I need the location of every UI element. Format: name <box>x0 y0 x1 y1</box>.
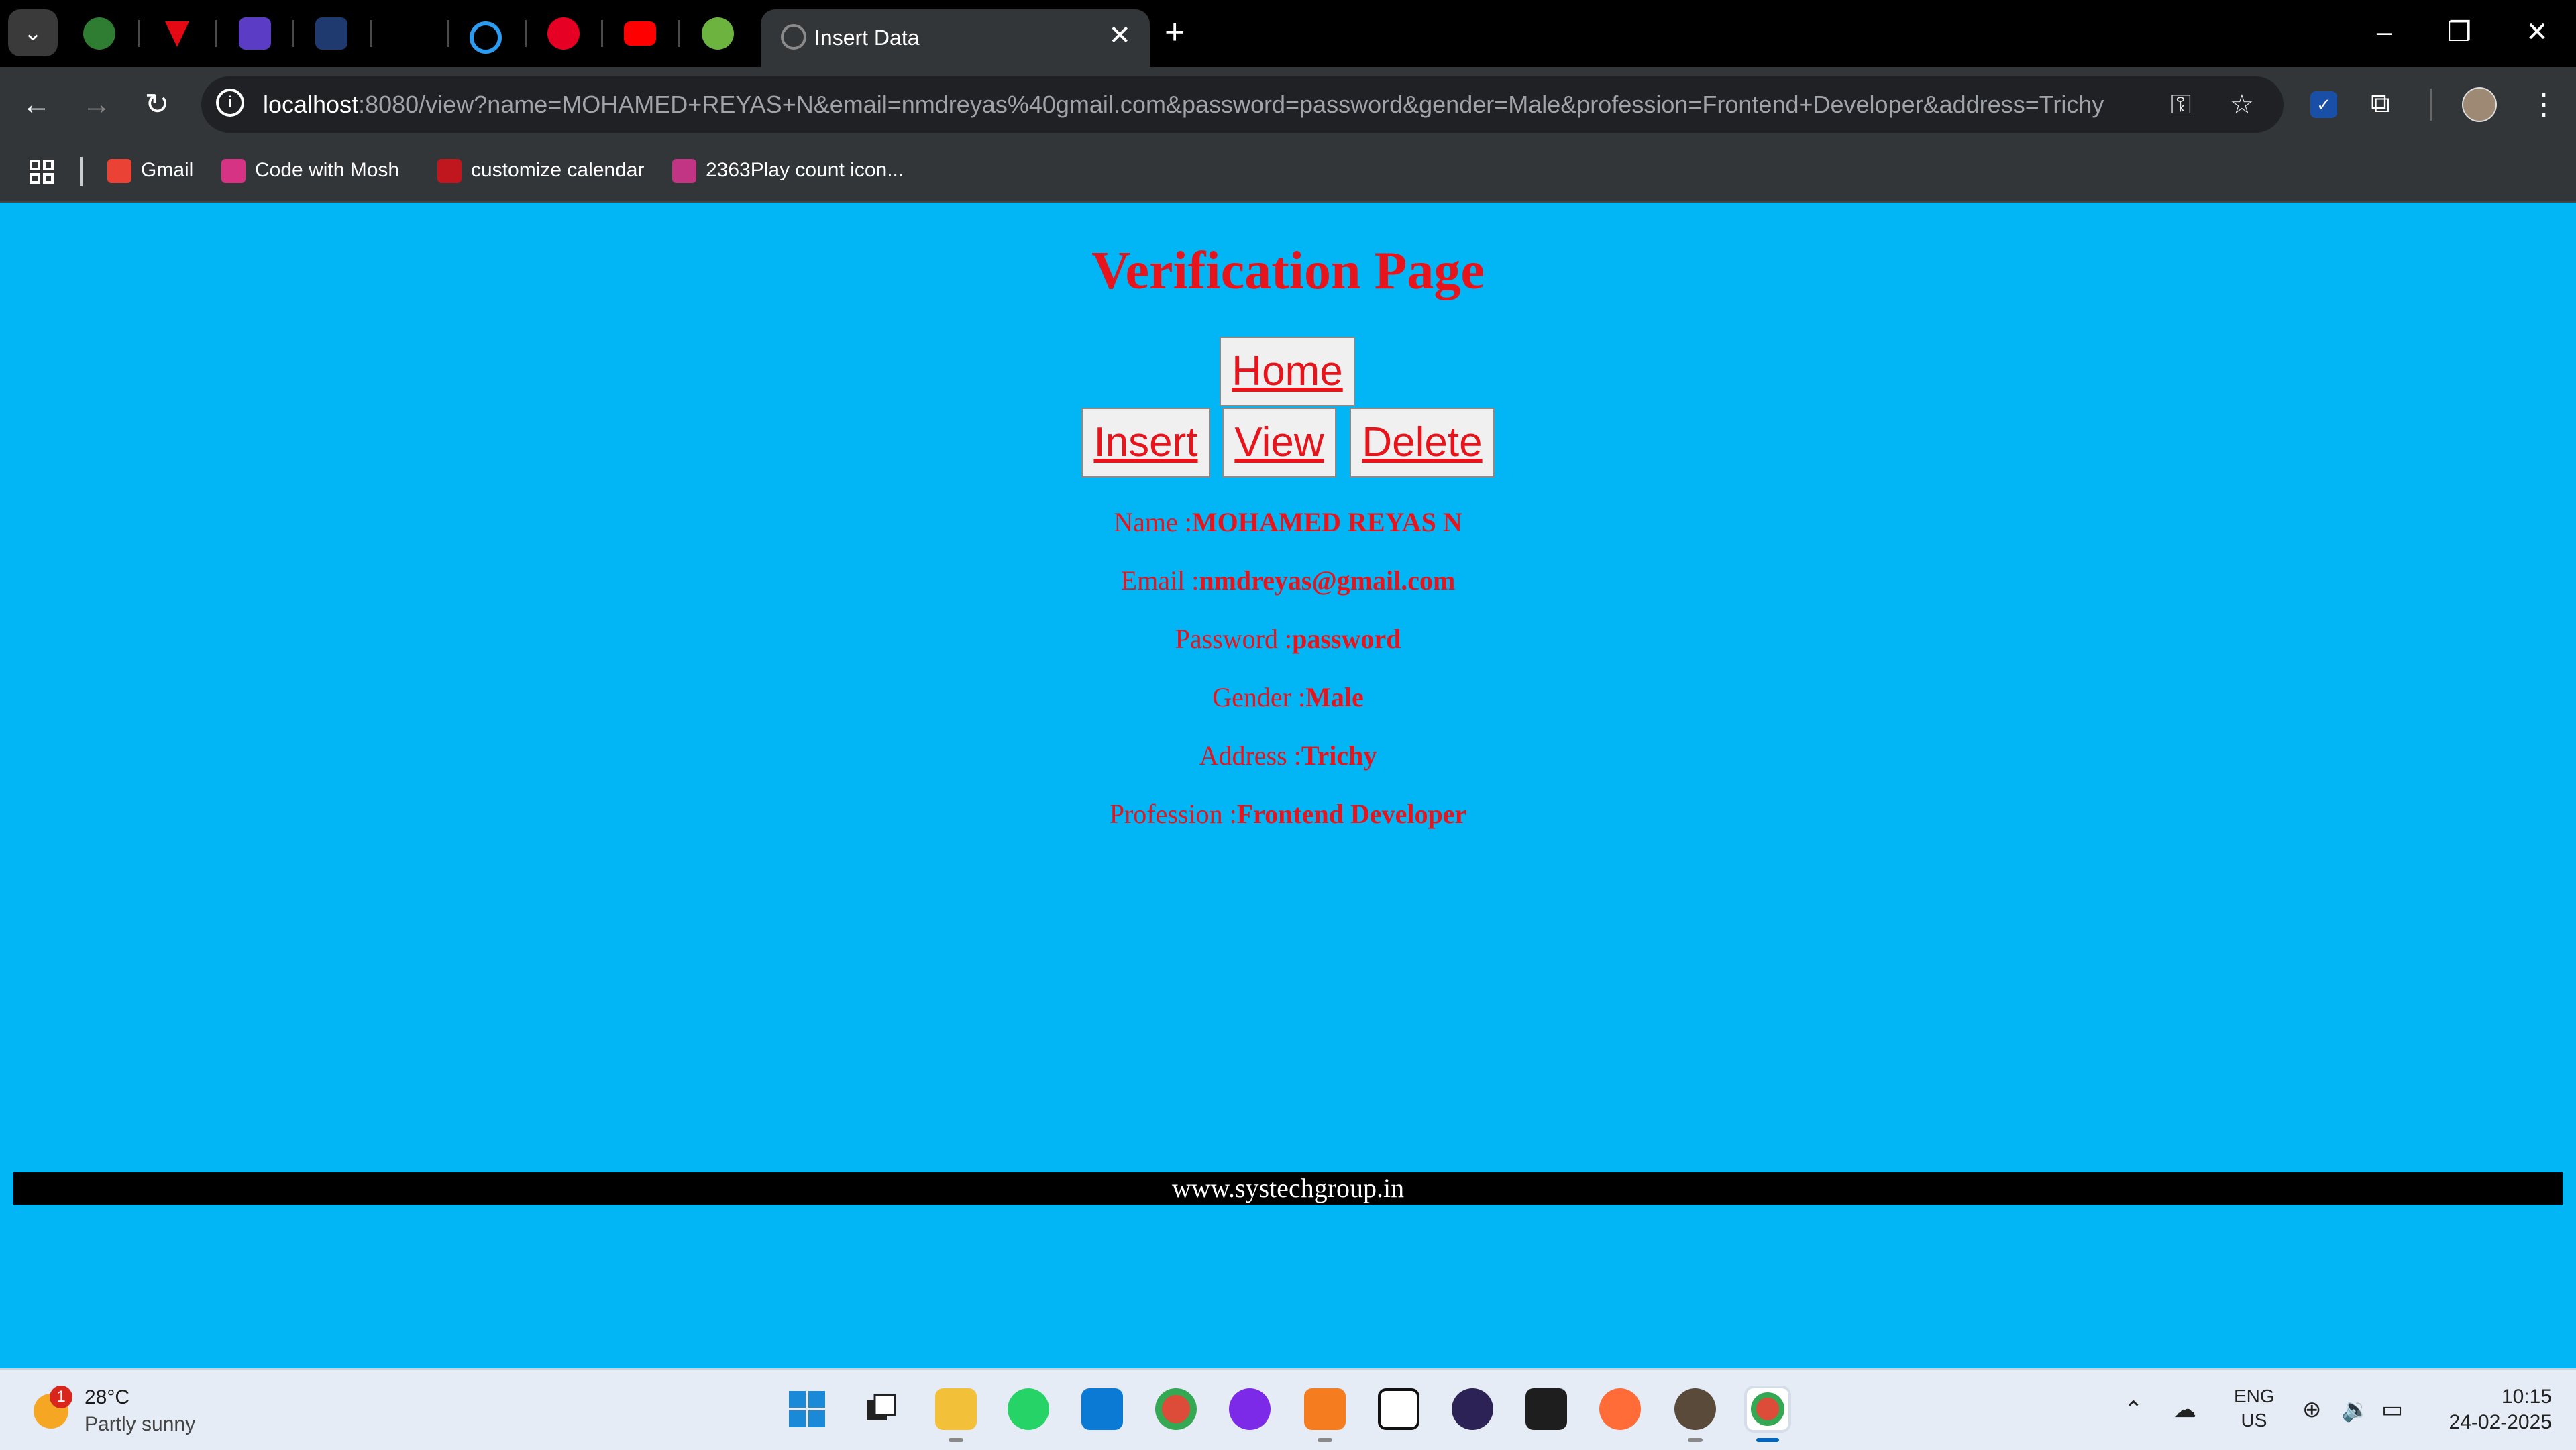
canva-icon[interactable] <box>1229 1388 1271 1430</box>
profession-value: Frontend Developer <box>1236 799 1467 829</box>
bookmark-gmail[interactable]: Gmail <box>107 152 193 189</box>
avatar[interactable] <box>2462 87 2497 122</box>
pinned-tab-icon[interactable] <box>83 17 115 50</box>
windows-taskbar: 1 28°C Partly sunny ⌃ ☁ ENG US ⊕ 🔉 ▭ 10:… <box>0 1368 2576 1450</box>
tab-separator <box>370 20 372 47</box>
address-bar[interactable]: i localhost:8080/view?name=MOHAMED+REYAS… <box>201 76 2284 133</box>
gender-value: Male <box>1305 682 1364 712</box>
instagram-icon <box>672 159 696 184</box>
chevron-up-icon[interactable]: ⌃ <box>2124 1390 2143 1430</box>
password-value: password <box>1292 624 1401 654</box>
notification-badge: 1 <box>50 1386 72 1408</box>
windows-start-icon[interactable] <box>786 1388 828 1430</box>
star-icon[interactable]: ☆ <box>2230 90 2254 119</box>
pinned-tab-icon[interactable] <box>161 17 193 50</box>
youtube-icon[interactable] <box>624 21 656 46</box>
site-info-icon[interactable]: i <box>216 89 244 117</box>
weather-condition: Partly sunny <box>85 1413 196 1435</box>
tab-separator <box>215 20 217 47</box>
notion-icon[interactable] <box>1378 1388 1419 1430</box>
task-view-icon[interactable] <box>860 1388 902 1430</box>
pinned-tab-icon[interactable] <box>239 17 271 50</box>
bookmarks-bar: Gmail Code with Mosh customize calendar … <box>0 142 2576 203</box>
figma-icon[interactable] <box>1525 1388 1567 1430</box>
page-content: Verification Page Home Insert View Delet… <box>0 203 2576 1368</box>
spring-icon[interactable] <box>702 17 734 50</box>
network-globe-icon[interactable]: ⊕ <box>2302 1390 2322 1430</box>
tab-separator <box>447 20 449 47</box>
tab-separator <box>678 20 680 47</box>
pinned-tab-icon[interactable] <box>470 21 502 54</box>
profession-row: Profession :Frontend Developer <box>1109 799 1467 829</box>
reload-icon[interactable]: ↻ <box>136 83 178 126</box>
whatsapp-icon[interactable] <box>1008 1388 1049 1430</box>
extension-check-icon[interactable]: ✓ <box>2310 91 2337 118</box>
restore-icon[interactable]: ❐ <box>2439 12 2479 52</box>
bookmarks-divider <box>80 157 83 186</box>
name-value: MOHAMED REYAS N <box>1191 507 1462 537</box>
pinterest-icon[interactable] <box>547 17 580 50</box>
tab-active[interactable]: Insert Data ✕ <box>761 9 1150 67</box>
onedrive-icon[interactable]: ☁ <box>2174 1390 2196 1430</box>
mosh-icon <box>221 159 246 184</box>
tab-separator <box>601 20 603 47</box>
toolbar-divider <box>2430 89 2432 121</box>
weather-widget[interactable]: 1 28°C Partly sunny <box>30 1382 271 1438</box>
xampp-icon[interactable] <box>1304 1388 1346 1442</box>
calendar-icon <box>437 159 462 184</box>
gender-row: Gender :Male <box>1212 682 1364 712</box>
more-menu-icon[interactable]: ⋮ <box>2529 85 2559 125</box>
insert-link[interactable]: Insert <box>1081 408 1210 478</box>
key-icon[interactable]: ⚿ <box>2171 90 2191 119</box>
close-window-icon[interactable]: ✕ <box>2517 12 2557 52</box>
postman-icon[interactable] <box>1599 1388 1641 1430</box>
page-title: Verification Page <box>1091 241 1485 300</box>
bookmark-play-count[interactable]: 2363Play count icon... <box>672 152 904 189</box>
tab-separator <box>138 20 140 47</box>
temperature: 28°C <box>85 1386 130 1408</box>
forward-icon[interactable]: → <box>75 83 118 126</box>
address-row: Address :Trichy <box>1199 740 1377 771</box>
address-value: Trichy <box>1301 740 1377 771</box>
view-link[interactable]: View <box>1222 408 1336 478</box>
browser-tab-strip: ⌄ Insert Data ✕ + – ❐ ✕ <box>0 0 2576 67</box>
minimize-icon[interactable]: – <box>2364 12 2404 52</box>
close-icon[interactable]: ✕ <box>1108 19 1131 52</box>
chevron-down-icon: ⌄ <box>23 20 43 46</box>
pinned-tab-icon[interactable] <box>315 17 347 50</box>
footer-bar: www.systechgroup.in <box>13 1172 2563 1205</box>
input-language[interactable]: ENG US <box>2234 1384 2275 1433</box>
app-icon[interactable] <box>1674 1388 1716 1442</box>
file-explorer-icon[interactable] <box>935 1388 977 1442</box>
password-row: Password :password <box>1175 624 1401 654</box>
home-link[interactable]: Home <box>1220 337 1355 406</box>
tab-separator <box>292 20 294 47</box>
volume-icon[interactable]: 🔉 <box>2341 1390 2369 1430</box>
chrome-profile-icon[interactable] <box>1747 1388 1788 1442</box>
bookmark-customize-calendar[interactable]: customize calendar <box>437 152 644 189</box>
tab-search-button[interactable]: ⌄ <box>8 9 58 56</box>
eclipse-icon[interactable] <box>1452 1388 1493 1430</box>
time-text: 10:15 <box>2501 1386 2552 1408</box>
browser-toolbar: ← → ↻ i localhost:8080/view?name=MOHAMED… <box>0 67 2576 142</box>
chrome-icon[interactable] <box>1155 1388 1197 1430</box>
new-tab-button[interactable]: + <box>1165 12 1185 52</box>
system-clock[interactable]: 10:15 24-02-2025 <box>2428 1384 2552 1435</box>
tab-title: Insert Data <box>814 25 920 50</box>
extensions-puzzle-icon[interactable]: ⧉ <box>2371 86 2403 121</box>
globe-icon <box>781 24 806 50</box>
url-text[interactable]: localhost:8080/view?name=MOHAMED+REYAS+N… <box>263 90 2104 119</box>
tab-separator <box>525 20 527 47</box>
delete-link[interactable]: Delete <box>1350 408 1495 478</box>
date-text: 24-02-2025 <box>2449 1411 2552 1433</box>
email-row: Email :nmdreyas@gmail.com <box>1120 565 1456 596</box>
back-icon[interactable]: ← <box>15 83 58 126</box>
bookmark-code-with-mosh[interactable]: Code with Mosh <box>221 152 399 189</box>
gmail-icon <box>107 159 131 184</box>
email-value: nmdreyas@gmail.com <box>1199 565 1456 596</box>
apps-grid-icon[interactable] <box>30 160 54 184</box>
name-row: Name :MOHAMED REYAS N <box>1114 507 1462 537</box>
vscode-icon[interactable] <box>1081 1388 1123 1430</box>
battery-icon[interactable]: ▭ <box>2381 1390 2403 1430</box>
